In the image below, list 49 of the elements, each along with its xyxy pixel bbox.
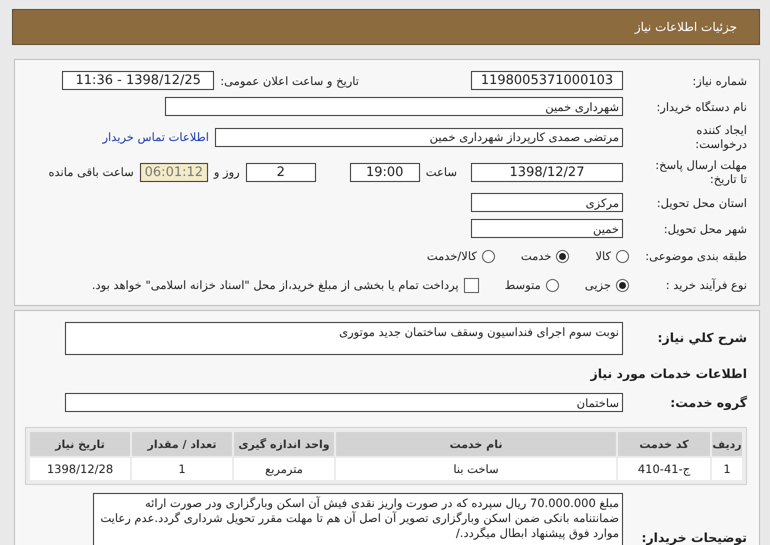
category-radio[interactable]: خدمت [520, 249, 570, 263]
creator-field: مرتضی صمدی کارپرداز شهرداری خمین [215, 128, 623, 146]
buyer-field: شهرداری خمین [165, 97, 623, 116]
column-header: ردیف [712, 432, 742, 456]
field-label: طبقه بندی موضوعی: [644, 249, 747, 263]
buyer-contact-link[interactable]: اطلاعات تماس خریدار [102, 130, 209, 144]
process-radio[interactable]: جزیی [584, 278, 629, 292]
service-group-field: ساختمان [65, 393, 623, 412]
column-header: کد خدمت [618, 432, 710, 456]
city-field: خمین [471, 219, 623, 238]
category-radio[interactable]: کالا/خدمت [426, 249, 495, 263]
field-label: ساعت [426, 165, 457, 179]
field-label: استان محل تحویل: [656, 196, 747, 210]
process-radio[interactable]: متوسط [504, 278, 559, 292]
table-cell: ساخت بنا [336, 458, 616, 480]
column-header: نام خدمت [336, 432, 616, 456]
field-label: روز و [214, 165, 240, 179]
buyer-notes-box: مبلغ 70.000.000 ریال سپرده که در صورت واریز نقدی فیش آن اسکن وبارگزاری ودر صورت ارائه ضمانتنامه بانکی ضمن اسکن وبارگزاری تصویر آن اصل آن هم تا مهلت مقرر تحویل شرداری گردد.عدم رعایت موارد فوق پیشنهاد ابطال میگردد./ [93, 493, 623, 545]
field-label: ساعت باقی مانده [48, 165, 134, 179]
field-label: مهلت ارسال پاسخ: تا تاریخ: [654, 158, 747, 186]
field-label: ایجاد کننده درخواست: [694, 123, 747, 151]
deadline-date-field: 1398/12/27 [471, 162, 623, 182]
field-label: شماره نیاز: [691, 74, 747, 88]
category-radio[interactable]: کالا [595, 249, 629, 263]
table-cell: مترمربع [234, 458, 334, 480]
field-label: نوع فرآیند خرید : [664, 278, 747, 292]
payment-checkbox[interactable]: پرداخت تمام یا بخشی از مبلغ خرید،از محل "اسناد خزانه اسلامی" خواهد بود. [92, 278, 479, 292]
page-title: جزئیات اطلاعات نیاز [12, 9, 760, 45]
column-header: تاریخ نیاز [30, 432, 130, 456]
table-cell: 1398/12/28 [30, 458, 130, 480]
field-label: تاریخ و ساعت اعلان عمومی: [220, 74, 359, 88]
table-cell: 1 [132, 458, 232, 480]
days-field: 2 [246, 162, 316, 182]
announce-date-field: 1398/12/25 - 11:36 [62, 71, 214, 90]
need-number-field: 1198005371000103 [471, 71, 623, 90]
table-cell: 1 [712, 458, 742, 480]
section-heading: اطلاعات خدمات مورد نیاز [589, 366, 747, 380]
field-label: شرح کلي نياز: [656, 331, 747, 345]
field-label: توضیحات خریدار: [640, 531, 747, 545]
field-label: شهر محل تحویل: [662, 222, 747, 236]
table-cell: ج-41-410 [618, 458, 710, 480]
column-header: واحد اندازه گیری [234, 432, 334, 456]
column-header: تعداد / مقدار [132, 432, 232, 456]
field-label: گروه خدمت: [669, 396, 747, 410]
description-box: نوبت سوم اجرای فنداسیون وسقف ساختمان جدید موتوری [65, 322, 623, 354]
deadline-time-field: 19:00 [350, 162, 420, 182]
province-field: مرکزی [471, 193, 623, 212]
remaining-time-field: 06:01:12 [140, 162, 208, 182]
field-label: نام دستگاه خریدار: [655, 100, 747, 114]
